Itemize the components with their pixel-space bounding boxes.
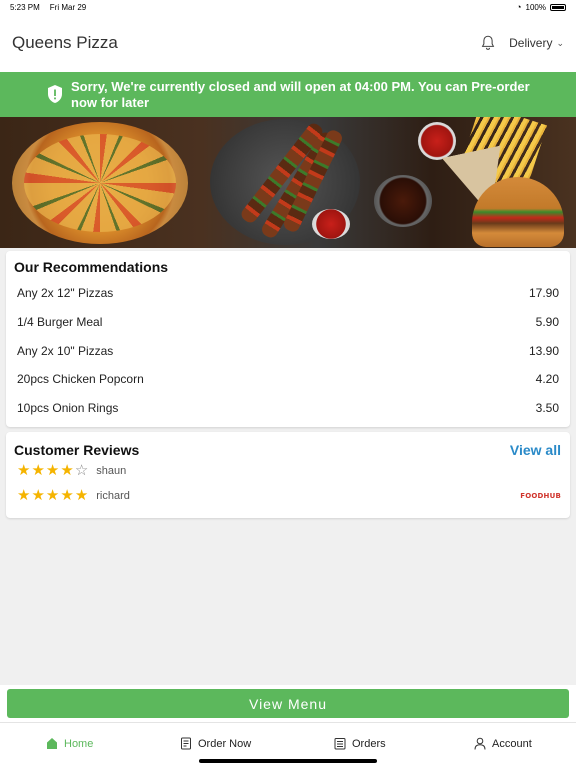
item-price: 3.50 [535, 401, 559, 416]
tab-label: Order Now [198, 737, 252, 750]
recommendation-item[interactable]: 1/4 Burger Meal 5.90 [14, 308, 559, 337]
cola-glass-image [374, 175, 432, 227]
account-icon [474, 737, 486, 750]
review-item: ★ ★ ★ ★ ★ richard FOODHUB [14, 483, 561, 508]
delivery-mode-label: Delivery [509, 36, 553, 50]
view-all-reviews-link[interactable]: View all [510, 442, 561, 458]
star-filled-icon: ★ [17, 487, 31, 504]
orders-icon [334, 738, 346, 750]
star-rating: ★ ★ ★ ★ ★ [17, 488, 88, 503]
star-filled-icon: ★ [45, 487, 60, 504]
foodhub-logo: FOODHUB [520, 491, 561, 500]
hero-food-image [0, 117, 576, 248]
closed-message: Sorry, We're currently closed and will o… [71, 78, 530, 110]
star-filled-icon: ★ [60, 487, 74, 504]
tab-label: Orders [352, 737, 386, 750]
recommendation-item[interactable]: 20pcs Chicken Popcorn 4.20 [14, 365, 559, 394]
item-name: 1/4 Burger Meal [17, 315, 103, 330]
tab-home[interactable]: Home [46, 737, 93, 750]
app-header: Queens Pizza Delivery ⌄ [0, 14, 576, 72]
recommendation-item[interactable]: Any 2x 10" Pizzas 13.90 [14, 336, 559, 365]
battery-icon [550, 3, 566, 11]
item-name: 20pcs Chicken Popcorn [17, 372, 144, 387]
recommendation-item[interactable]: Any 2x 12" Pizzas 17.90 [14, 279, 559, 308]
tab-account[interactable]: Account [474, 737, 532, 750]
order-icon [181, 737, 191, 750]
pizza-image [12, 122, 188, 244]
item-price: 5.90 [535, 315, 559, 330]
tab-label: Home [64, 737, 94, 750]
star-empty-icon: ☆ [74, 462, 89, 479]
star-filled-icon: ★ [17, 462, 31, 479]
chevron-down-icon: ⌄ [556, 37, 564, 48]
tab-order-now[interactable]: Order Now [180, 737, 251, 750]
tab-label: Account [492, 737, 532, 750]
view-menu-button[interactable]: View Menu [7, 689, 569, 718]
customer-reviews-card: Customer Reviews View all ★ ★ ★ ★ ☆ shaun ★ ★… [6, 432, 570, 518]
bell-icon[interactable] [479, 34, 497, 52]
home-icon [47, 738, 57, 749]
delivery-mode-select[interactable]: Delivery ⌄ [509, 36, 564, 50]
star-filled-icon: ★ [74, 487, 89, 504]
sauce-bowl-image [312, 209, 350, 239]
item-price: 13.90 [528, 343, 559, 358]
item-name: Any 2x 10" Pizzas [17, 343, 114, 358]
recommendations-title: Our Recommendations [14, 259, 169, 275]
shield-alert-icon [48, 85, 62, 103]
tab-orders[interactable]: Orders [334, 737, 386, 750]
battery-percent: 100% [525, 2, 546, 12]
reviewer-name: shaun [96, 464, 127, 477]
recommendations-card: Our Recommendations Any 2x 12" Pizzas 17… [6, 251, 570, 427]
store-name: Queens Pizza [12, 33, 118, 52]
status-date: Fri Mar 29 [49, 2, 87, 12]
ketchup-cup-image [418, 122, 456, 160]
star-filled-icon: ★ [45, 462, 60, 479]
item-name: Any 2x 12" Pizzas [17, 286, 114, 301]
star-filled-icon: ★ [31, 462, 45, 479]
status-time: 5:23 PM [10, 2, 40, 12]
reviews-title: Customer Reviews [14, 442, 140, 458]
item-price: 17.90 [528, 286, 559, 301]
item-name: 10pcs Onion Rings [17, 401, 119, 416]
star-filled-icon: ★ [60, 462, 74, 479]
store-closed-banner: Sorry, We're currently closed and will o… [0, 72, 576, 117]
wifi-icon: ◔ [516, 2, 522, 12]
item-price: 4.20 [535, 372, 559, 387]
home-indicator [199, 759, 377, 763]
status-bar: 5:23 PM Fri Mar 29 ◔ 100% [0, 0, 576, 14]
recommendation-item[interactable]: 10pcs Onion Rings 3.50 [14, 394, 559, 423]
star-filled-icon: ★ [31, 487, 45, 504]
reviewer-name: richard [96, 489, 130, 502]
review-item: ★ ★ ★ ★ ☆ shaun [14, 458, 561, 483]
star-rating: ★ ★ ★ ★ ☆ [17, 463, 88, 478]
